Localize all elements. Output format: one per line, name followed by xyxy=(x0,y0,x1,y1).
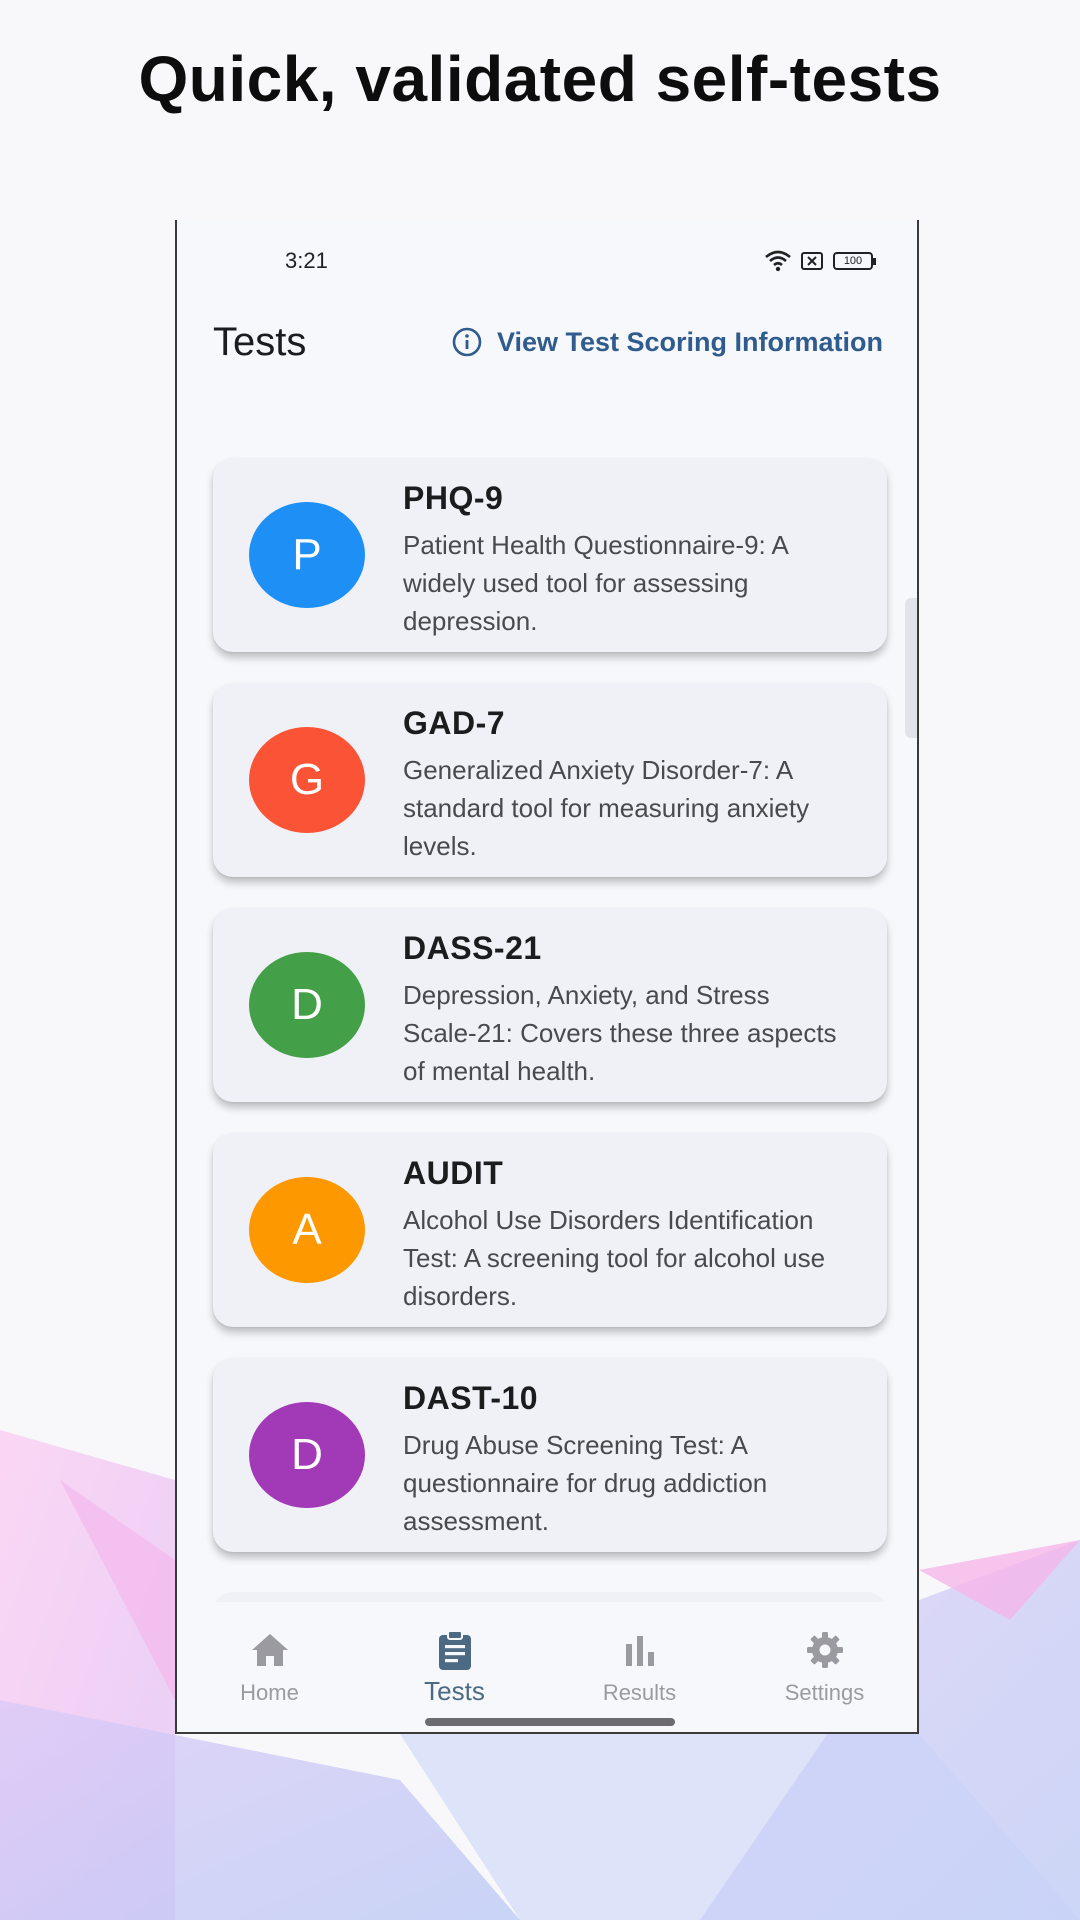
battery-level: 100 xyxy=(843,255,863,267)
nav-item-settings[interactable]: Settings xyxy=(732,1602,917,1732)
phone-screen: 3:21 100 Tests View Test Scoring Informa… xyxy=(175,220,919,1734)
test-card-audit[interactable]: A AUDIT Alcohol Use Disorders Identifica… xyxy=(213,1133,887,1327)
test-list: P PHQ-9 Patient Health Questionnaire-9: … xyxy=(213,458,887,1583)
home-indicator[interactable] xyxy=(425,1718,675,1726)
test-description: Patient Health Questionnaire-9: A widely… xyxy=(403,530,788,636)
nav-item-home[interactable]: Home xyxy=(177,1602,362,1732)
home-icon xyxy=(251,1634,288,1666)
info-circle-icon xyxy=(452,327,482,357)
test-avatar: P xyxy=(249,502,365,608)
clipboard-icon xyxy=(438,1630,471,1670)
test-avatar: G xyxy=(249,727,365,833)
test-avatar: D xyxy=(249,1402,365,1508)
test-description: Drug Abuse Screening Test: A questionnai… xyxy=(403,1430,768,1536)
test-avatar: D xyxy=(249,952,365,1058)
gear-icon xyxy=(806,1632,843,1668)
nav-label-results: Results xyxy=(602,1680,677,1705)
status-bar: 3:21 100 xyxy=(177,220,917,300)
sim-x-icon xyxy=(801,252,823,270)
page-title: Tests xyxy=(213,320,307,364)
battery-icon: 100 xyxy=(833,252,876,270)
view-scoring-info-link[interactable]: View Test Scoring Information xyxy=(451,326,883,358)
nav-label-tests: Tests xyxy=(424,1676,485,1706)
test-description: Depression, Anxiety, and Stress Scale-21… xyxy=(403,980,837,1086)
status-icons: 100 xyxy=(765,250,876,272)
test-card-gad7[interactable]: G GAD-7 Generalized Anxiety Disorder-7: … xyxy=(213,683,887,877)
marketing-headline: Quick, validated self-tests xyxy=(138,43,942,115)
test-card-phq9[interactable]: P PHQ-9 Patient Health Questionnaire-9: … xyxy=(213,458,887,652)
test-name: AUDIT xyxy=(403,1155,504,1191)
scrollbar-thumb[interactable] xyxy=(905,598,917,738)
test-avatar: A xyxy=(249,1177,365,1283)
status-time: 3:21 xyxy=(285,248,328,273)
nav-item-results[interactable]: Results xyxy=(547,1602,732,1732)
app-header: Tests View Test Scoring Information xyxy=(177,310,917,380)
test-description: Alcohol Use Disorders Identification Tes… xyxy=(403,1205,826,1311)
test-name: DAST-10 xyxy=(403,1380,539,1416)
nav-label-home: Home xyxy=(240,1680,299,1705)
test-card-dast10[interactable]: D DAST-10 Drug Abuse Screening Test: A q… xyxy=(213,1358,887,1552)
bottom-navigation: Home Tests Results Settings xyxy=(177,1602,917,1732)
nav-label-settings: Settings xyxy=(784,1680,865,1705)
bar-chart-icon xyxy=(625,1636,654,1666)
info-link-label: View Test Scoring Information xyxy=(496,326,883,357)
test-name: DASS-21 xyxy=(403,930,542,966)
test-name: GAD-7 xyxy=(403,705,506,741)
nav-item-tests[interactable]: Tests xyxy=(362,1602,547,1732)
test-description: Generalized Anxiety Disorder-7: A standa… xyxy=(403,755,810,861)
wifi-icon xyxy=(765,250,791,272)
test-card-dass21[interactable]: D DASS-21 Depression, Anxiety, and Stres… xyxy=(213,908,887,1102)
test-name: PHQ-9 xyxy=(403,480,504,516)
